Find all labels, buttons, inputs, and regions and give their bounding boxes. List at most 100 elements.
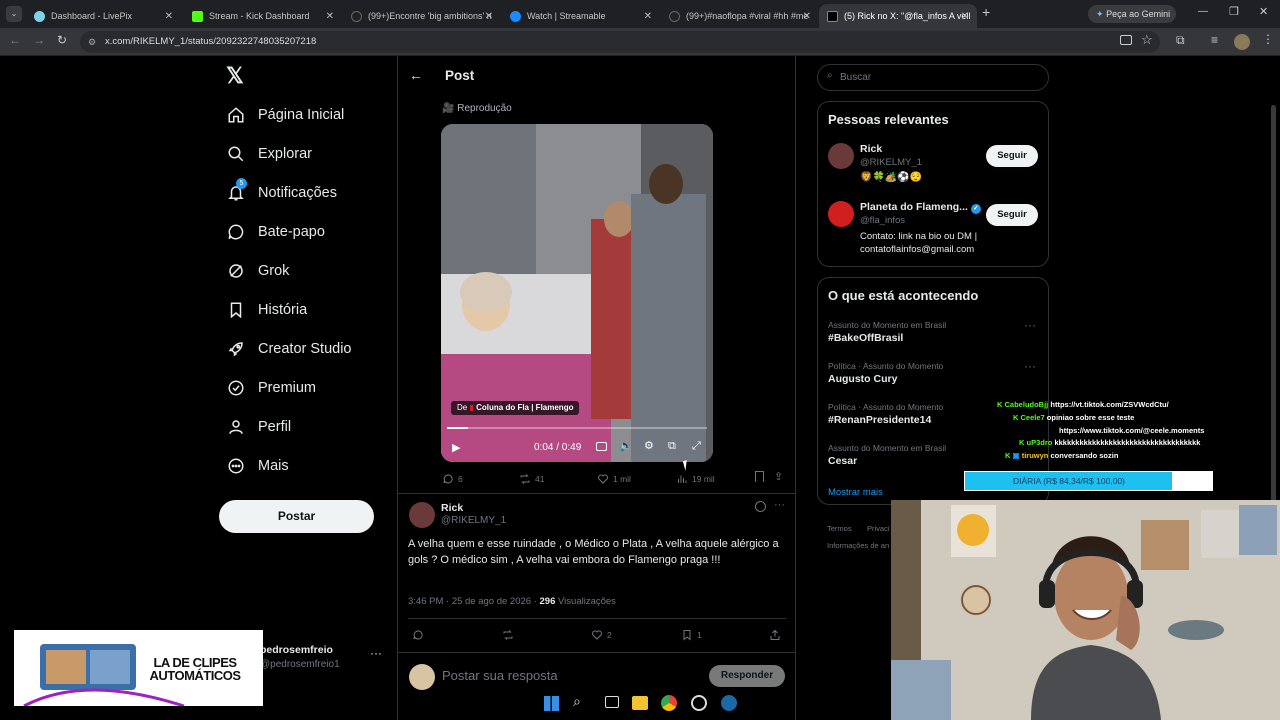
obs-icon[interactable] xyxy=(691,695,707,711)
browser-tab[interactable]: Watch | Streamable ✕ xyxy=(502,4,660,28)
restore-window-icon[interactable]: ❐ xyxy=(1229,5,1239,18)
gemini-button[interactable]: ✦ Peça ao Gemini xyxy=(1088,5,1176,23)
file-explorer-icon[interactable] xyxy=(632,696,648,710)
post-more-icon[interactable]: ··· xyxy=(774,499,785,511)
back-icon[interactable]: ← xyxy=(9,33,21,47)
follow-button[interactable]: Seguir xyxy=(986,204,1038,226)
post-reply-action[interactable] xyxy=(412,629,428,641)
nav-item-chat[interactable]: Bate-papo xyxy=(227,223,325,241)
chat-text: https://vt.tiktok.com/ZSVWcdCtu/ xyxy=(1050,400,1169,409)
media-control-icon[interactable]: ≡ xyxy=(1211,33,1218,47)
back-arrow-icon[interactable]: ← xyxy=(409,67,423,83)
close-tab-icon[interactable]: ✕ xyxy=(326,11,334,22)
left-navigation: 𝕏 Página Inicial Explorar Notificações 5… xyxy=(200,56,396,720)
close-tab-icon[interactable]: ✕ xyxy=(165,11,173,22)
footer-link[interactable]: Termos xyxy=(827,524,852,533)
show-more-link[interactable]: Mostrar mais xyxy=(828,487,883,498)
tab-search-button[interactable]: ⌄ xyxy=(6,6,22,22)
play-icon[interactable]: ▶ xyxy=(452,441,460,454)
chrome-icon[interactable] xyxy=(661,695,677,711)
volume-icon[interactable]: 🔈 xyxy=(619,439,633,452)
grok-explain-icon[interactable] xyxy=(755,501,766,512)
close-window-icon[interactable]: ✕ xyxy=(1259,5,1268,18)
kick-badge-icon: K xyxy=(1013,413,1019,422)
footer-link[interactable]: Informações de an xyxy=(827,541,889,550)
browser-tab[interactable]: (99+)#naoflopa #viral #hh #me ✕ xyxy=(661,4,819,28)
account-more-icon[interactable]: ··· xyxy=(370,646,382,660)
browser-tab-active[interactable]: (5) Rick no X: "@fla_infos A vell ✕ xyxy=(819,4,977,28)
x-logo-icon[interactable]: 𝕏 xyxy=(226,63,244,89)
bookmark-star-icon[interactable]: ☆ xyxy=(1141,32,1153,48)
account-switcher[interactable]: pedrosemfreio @pedrosemfreio1 ··· xyxy=(260,644,390,674)
nav-item-home[interactable]: Página Inicial xyxy=(227,106,344,124)
windows-start-icon[interactable] xyxy=(544,696,559,711)
reply-input[interactable]: Postar sua resposta xyxy=(442,668,558,683)
nav-item-bookmarks[interactable]: História xyxy=(227,301,307,319)
close-tab-icon[interactable]: ✕ xyxy=(961,11,969,22)
verified-icon xyxy=(228,380,244,396)
nav-item-explore[interactable]: Explorar xyxy=(227,145,312,163)
nav-item-creator-studio[interactable]: Creator Studio xyxy=(227,340,352,358)
taskbar-search-icon[interactable]: ⌕ xyxy=(573,693,581,710)
browser-tab[interactable]: Dashboard - LivePix ✕ xyxy=(26,4,181,28)
like-action[interactable]: 1 mil xyxy=(597,473,631,485)
nav-item-notifications[interactable]: Notificações 5 xyxy=(227,178,337,202)
search-input[interactable]: ⌕ Buscar xyxy=(817,64,1049,91)
source-logo-icon: ▮ xyxy=(469,403,474,412)
quoted-bookmark-icon[interactable] xyxy=(755,471,764,482)
heart-icon xyxy=(598,474,608,484)
person-avatar[interactable] xyxy=(828,201,854,227)
reply-button[interactable]: Responder xyxy=(709,665,785,687)
author-name[interactable]: Rick xyxy=(441,502,463,514)
nav-item-more[interactable]: Mais xyxy=(227,457,289,475)
video-player[interactable]: De ▮ Coluna do Fla | Flamengo ▶ 0:04 / 0… xyxy=(441,124,713,462)
repost-action[interactable]: 41 xyxy=(519,473,544,485)
views-action[interactable]: 19 mil xyxy=(676,473,715,485)
post-repost-action[interactable] xyxy=(502,629,518,641)
install-icon[interactable] xyxy=(1120,35,1132,45)
minimize-window-icon[interactable]: — xyxy=(1198,6,1208,17)
post-like-action[interactable]: 2 xyxy=(591,629,612,641)
nav-item-grok[interactable]: Grok xyxy=(227,262,289,280)
page-scrollbar[interactable] xyxy=(1271,105,1276,525)
person-avatar[interactable] xyxy=(828,143,854,169)
close-tab-icon[interactable]: ✕ xyxy=(485,11,493,22)
person-name[interactable]: Planeta do Flameng... ✓ xyxy=(860,201,981,214)
trend-more-icon[interactable]: ··· xyxy=(1024,359,1036,373)
author-avatar[interactable] xyxy=(409,502,435,528)
trend-more-icon[interactable]: ··· xyxy=(1024,318,1036,332)
follow-button[interactable]: Seguir xyxy=(986,145,1038,167)
person-handle: @fla_infos xyxy=(860,215,906,226)
post-bookmark-action[interactable]: 1 xyxy=(681,629,702,641)
close-tab-icon[interactable]: ✕ xyxy=(803,11,811,22)
site-info-icon[interactable]: ⚙ xyxy=(88,31,96,53)
pip-icon[interactable]: ⧉ xyxy=(668,440,676,453)
close-tab-icon[interactable]: ✕ xyxy=(644,11,652,22)
reload-icon[interactable]: ↻ xyxy=(57,33,67,47)
extensions-icon[interactable]: ⧉ xyxy=(1176,33,1185,48)
browser-menu-icon[interactable]: ⋮ xyxy=(1262,32,1274,46)
forward-icon[interactable]: → xyxy=(33,33,45,47)
settings-icon[interactable]: ⚙ xyxy=(644,439,654,452)
fullscreen-icon[interactable]: ⤢ xyxy=(692,440,701,453)
person-name[interactable]: Rick xyxy=(860,143,882,155)
footer-link[interactable]: Privaci xyxy=(867,524,890,533)
url-field[interactable]: ⚙ x.com/RIKELMY_1/status/209232274803520… xyxy=(80,31,1160,53)
captions-icon[interactable] xyxy=(596,442,607,451)
trend-meta: Assunto do Momento em Brasil xyxy=(828,443,947,453)
nav-item-premium[interactable]: Premium xyxy=(227,379,316,397)
author-handle[interactable]: @RIKELMY_1 xyxy=(441,515,506,526)
profile-avatar-icon[interactable] xyxy=(1234,34,1250,50)
post-timestamp[interactable]: 3:46 PM · 25 de ago de 2026 · xyxy=(408,596,537,607)
post-share-action[interactable] xyxy=(769,629,785,641)
browser-tab[interactable]: Stream - Kick Dashboard ✕ xyxy=(184,4,342,28)
new-tab-button[interactable]: + xyxy=(982,4,990,20)
steam-icon[interactable] xyxy=(721,695,737,711)
quoted-share-icon[interactable]: ⇪ xyxy=(774,470,783,483)
reply-action[interactable]: 6 xyxy=(442,473,463,485)
post-button[interactable]: Postar xyxy=(219,500,374,533)
task-view-icon[interactable] xyxy=(605,696,619,708)
browser-tab[interactable]: (99+)Encontre 'big ambitions' n ✕ xyxy=(343,4,501,28)
nav-item-profile[interactable]: Perfil xyxy=(227,418,291,436)
video-progress-track[interactable] xyxy=(447,427,707,429)
